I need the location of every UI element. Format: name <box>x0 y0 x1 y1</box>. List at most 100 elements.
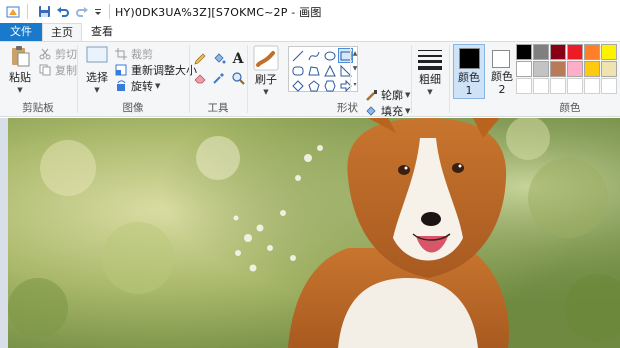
pencil-icon[interactable] <box>191 50 209 68</box>
crop-label: 裁剪 <box>131 48 153 61</box>
image-group: 选择 ▼ 裁剪 重新调整大小 旋转 ▼ 图像 <box>78 42 197 117</box>
diamond-shape-icon[interactable] <box>290 78 305 93</box>
scissors-icon <box>38 47 52 61</box>
save-icon[interactable] <box>36 4 52 20</box>
dog-photo <box>8 118 620 348</box>
customize-quick-access-icon[interactable] <box>93 4 103 20</box>
custom-color-slot[interactable] <box>584 78 600 94</box>
pentagon-shape-icon[interactable] <box>306 78 321 93</box>
chevron-down-icon: ▼ <box>427 88 433 96</box>
color1-label: 颜色 1 <box>458 71 480 97</box>
paste-button[interactable]: 粘贴 ▼ <box>6 45 34 97</box>
magnifier-icon[interactable] <box>229 69 247 87</box>
expand-gallery-icon[interactable]: ▾ <box>353 81 356 88</box>
title-bar: HY)0DK3UA%3Z][S7OKMC~2P - 画图 <box>0 0 620 23</box>
fill-label: 填充 <box>381 105 403 118</box>
resize-icon <box>114 63 128 77</box>
canvas-image[interactable] <box>8 118 620 348</box>
palette-color-swatch[interactable] <box>533 44 549 60</box>
window-title: HY)0DK3UA%3Z][S7OKMC~2P - 画图 <box>115 5 322 19</box>
palette-color-swatch[interactable] <box>584 44 600 60</box>
palette-color-swatch[interactable] <box>601 44 617 60</box>
palette-color-swatch[interactable] <box>550 44 566 60</box>
undo-icon[interactable] <box>55 4 71 20</box>
palette-color-swatch[interactable] <box>567 61 583 77</box>
brushes-label: 刷子 <box>255 73 277 86</box>
shapes-grid <box>290 48 353 93</box>
tab-file[interactable]: 文件 <box>0 23 42 41</box>
select-rectangle-icon <box>82 45 112 67</box>
ribbon-tabs: 文件 主页 查看 <box>0 23 620 42</box>
chevron-down-icon: ▼ <box>405 107 411 115</box>
fill-button[interactable]: 填充 ▼ <box>364 103 410 119</box>
fill-bucket-icon[interactable] <box>210 50 228 68</box>
chevron-down-icon: ▼ <box>405 91 411 99</box>
color1-button[interactable]: 颜色 1 <box>453 44 485 99</box>
tab-home[interactable]: 主页 <box>42 23 82 42</box>
resize-button[interactable]: 重新调整大小 <box>114 62 197 78</box>
shapes-scrollbar[interactable]: ▲ ▼ ▾ <box>350 46 359 92</box>
custom-color-slot[interactable] <box>516 78 532 94</box>
outline-button[interactable]: 轮廓 ▼ <box>364 87 410 103</box>
eraser-icon[interactable] <box>191 69 209 87</box>
custom-color-slot[interactable] <box>567 78 583 94</box>
palette-color-swatch[interactable] <box>516 44 532 60</box>
rotate-label: 旋转 <box>131 80 153 93</box>
copy-button[interactable]: 复制 <box>38 62 77 78</box>
oval-shape-icon[interactable] <box>322 48 337 63</box>
redo-icon[interactable] <box>74 4 90 20</box>
palette-color-swatch[interactable] <box>516 61 532 77</box>
tab-view[interactable]: 查看 <box>82 23 122 41</box>
line-width-icon <box>416 45 444 71</box>
scroll-up-icon[interactable]: ▲ <box>353 50 358 57</box>
chevron-down-icon: ▼ <box>263 88 269 96</box>
palette-color-swatch[interactable] <box>567 44 583 60</box>
select-button[interactable]: 选择 ▼ <box>82 45 112 97</box>
paint-app-icon[interactable] <box>5 4 21 20</box>
color2-swatch <box>492 50 510 68</box>
crop-icon <box>114 47 128 61</box>
rotate-button[interactable]: 旋转 ▼ <box>114 78 160 94</box>
color1-swatch <box>459 48 480 69</box>
hexagon-shape-icon[interactable] <box>322 78 337 93</box>
custom-color-slot[interactable] <box>601 78 617 94</box>
select-label: 选择 <box>86 71 108 84</box>
separator <box>109 4 110 19</box>
shapes-gallery <box>288 46 358 92</box>
copy-label: 复制 <box>55 64 77 77</box>
crop-button[interactable]: 裁剪 <box>114 46 153 62</box>
color-picker-icon[interactable] <box>210 69 228 87</box>
color2-label: 颜色 2 <box>491 70 513 96</box>
custom-color-slot[interactable] <box>550 78 566 94</box>
tools-grid: A <box>191 50 247 87</box>
color2-button[interactable]: 颜色 2 <box>487 44 517 99</box>
custom-color-slot[interactable] <box>533 78 549 94</box>
palette-color-swatch[interactable] <box>601 61 617 77</box>
fill-icon <box>364 104 378 118</box>
polygon-shape-icon[interactable] <box>306 63 321 78</box>
paste-icon <box>6 45 34 67</box>
tools-group-label: 工具 <box>207 102 229 114</box>
line-shape-icon[interactable] <box>290 48 305 63</box>
ribbon: 粘贴 ▼ 剪切 复制 剪贴板 选择 ▼ 裁剪 重新调整大小 旋转 ▼ 图像 A … <box>0 41 620 119</box>
size-group: 粗细 ▼ <box>412 42 448 117</box>
size-label: 粗细 <box>419 73 441 86</box>
scroll-down-icon[interactable]: ▼ <box>353 65 358 72</box>
text-icon[interactable]: A <box>229 50 247 68</box>
palette-color-swatch[interactable] <box>584 61 600 77</box>
rotate-icon <box>114 79 128 93</box>
quick-access-toolbar <box>0 0 115 23</box>
rounded-rectangle-shape-icon[interactable] <box>290 63 305 78</box>
cut-button[interactable]: 剪切 <box>38 46 77 62</box>
brushes-button[interactable]: 刷子 ▼ <box>252 45 280 99</box>
chevron-down-icon: ▼ <box>155 82 161 90</box>
resize-label: 重新调整大小 <box>131 64 197 77</box>
triangle-shape-icon[interactable] <box>322 63 337 78</box>
size-button[interactable]: 粗细 ▼ <box>416 45 444 99</box>
curve-shape-icon[interactable] <box>306 48 321 63</box>
canvas-area[interactable] <box>0 118 620 348</box>
outline-label: 轮廓 <box>381 89 403 102</box>
brushes-group: 刷子 ▼ <box>248 42 284 117</box>
palette-color-swatch[interactable] <box>550 61 566 77</box>
palette-color-swatch[interactable] <box>533 61 549 77</box>
